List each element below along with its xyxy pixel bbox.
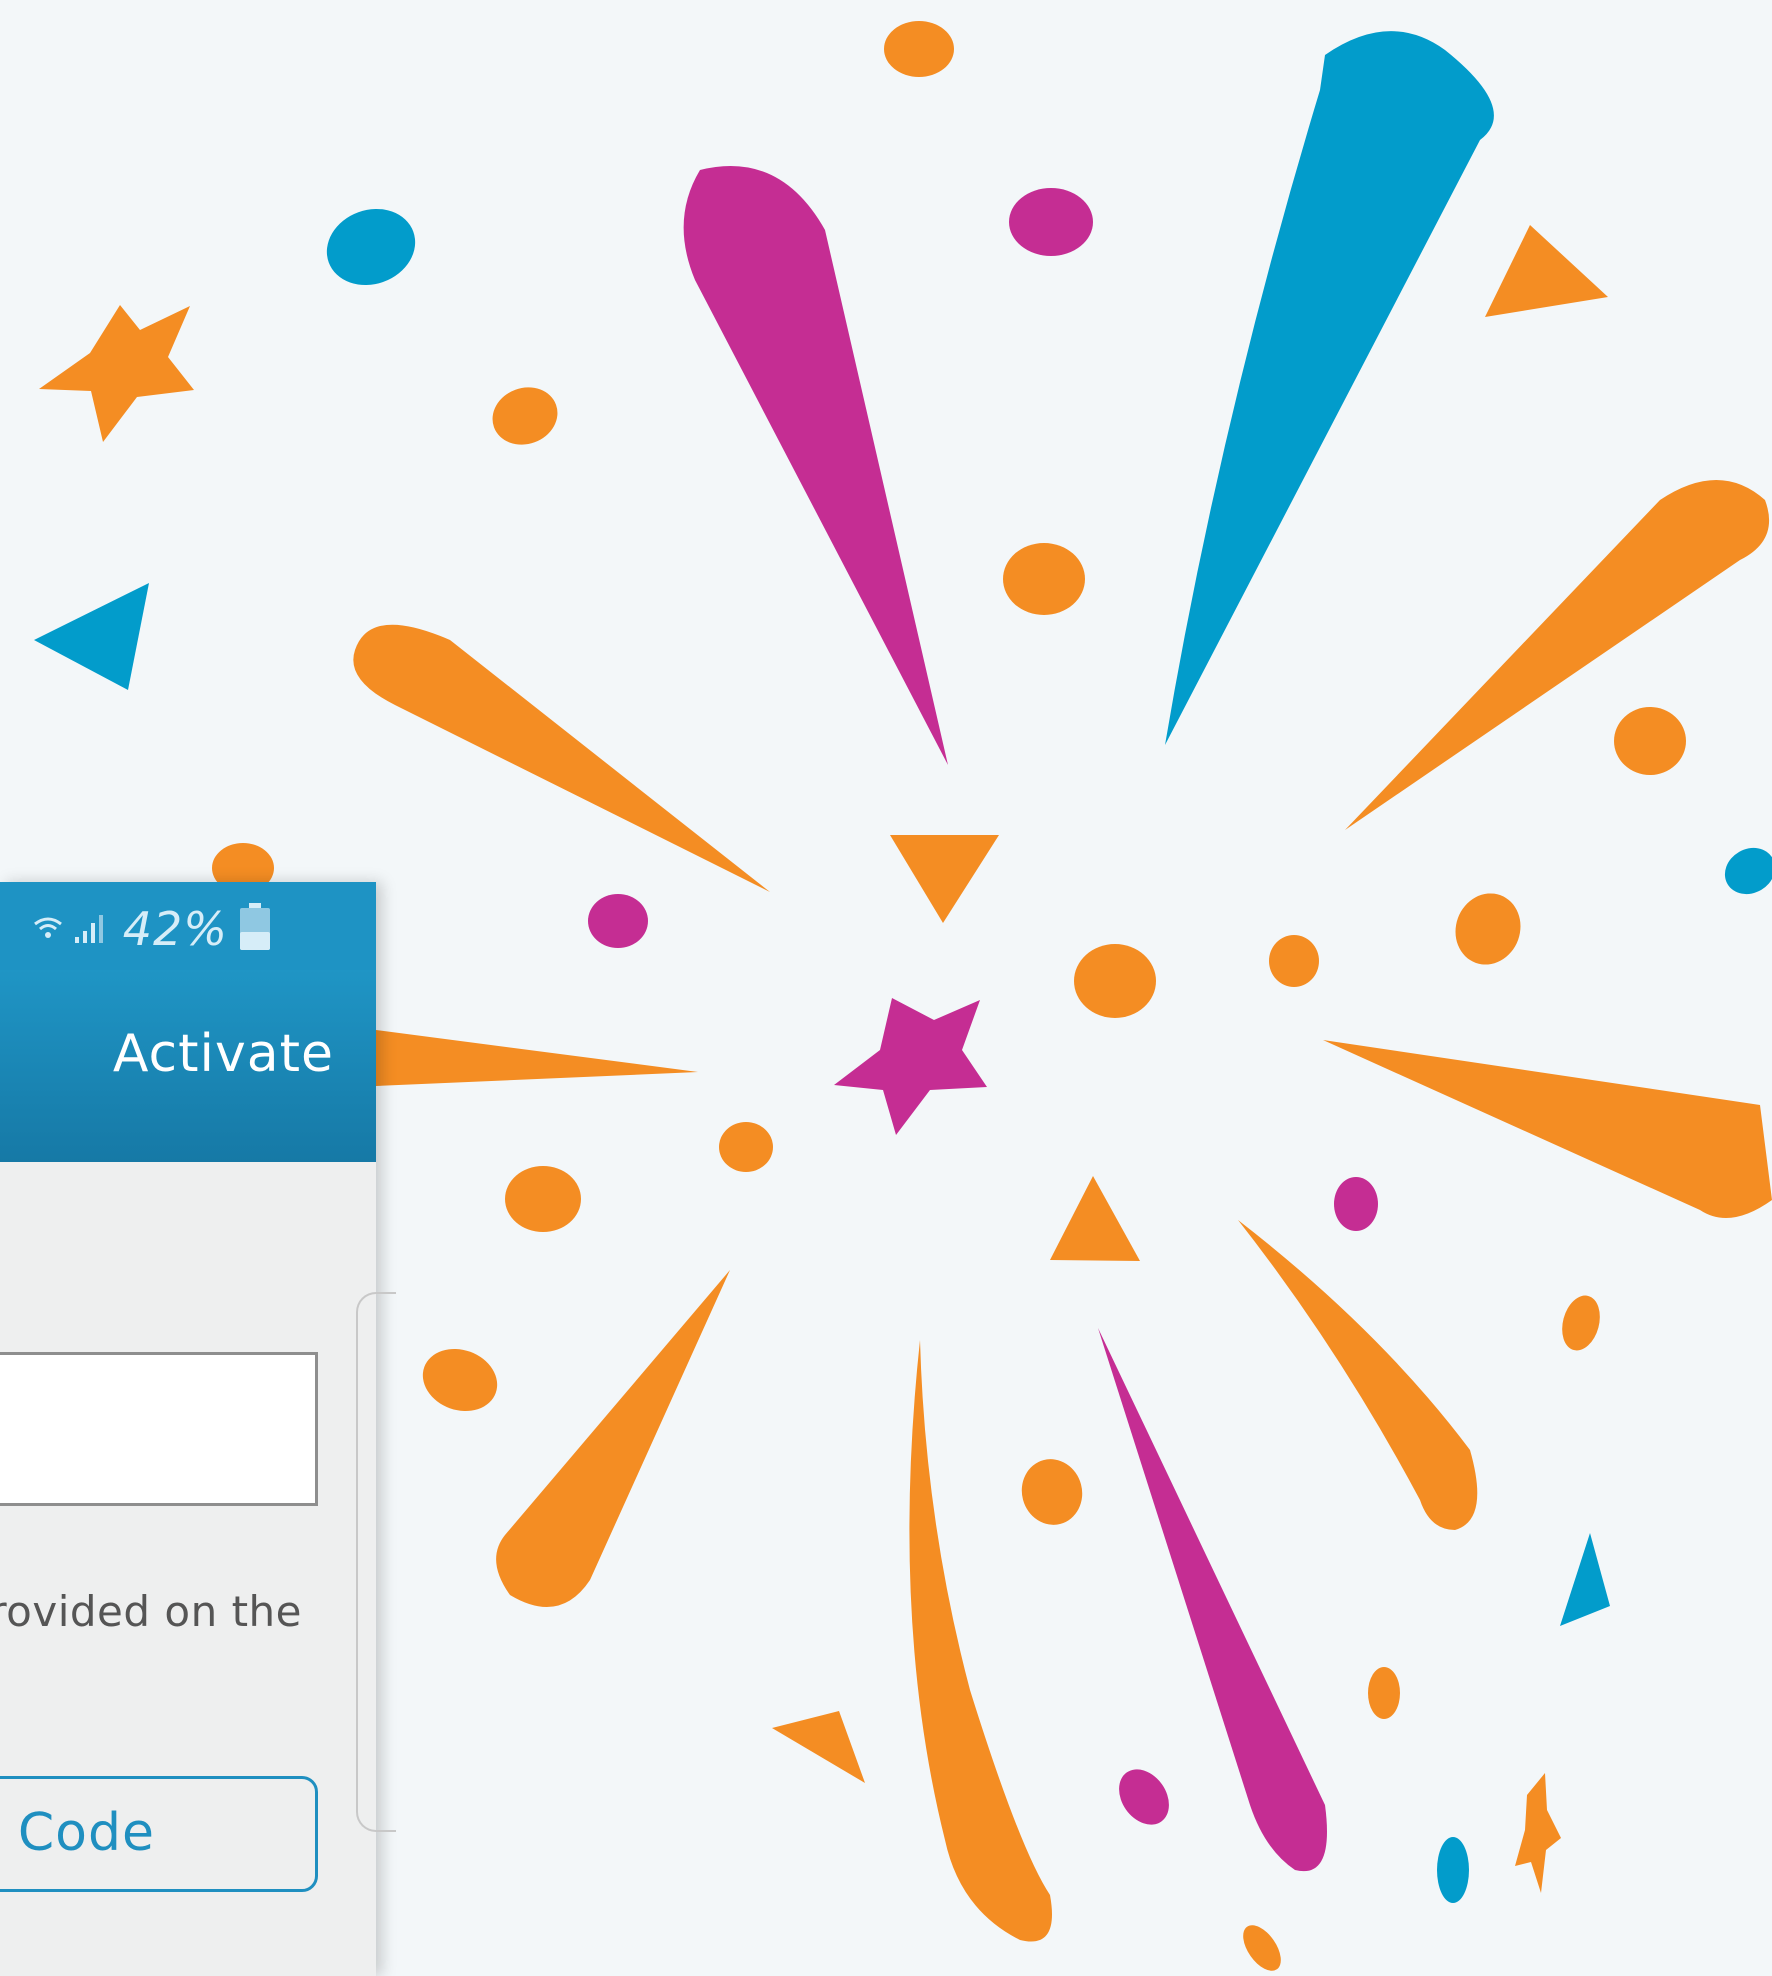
orange-streamer-lower-left (496, 1270, 730, 1607)
status-icons: 42% (33, 902, 272, 956)
blue-triangle (34, 583, 149, 690)
signal-bars-icon (73, 909, 113, 949)
orange-dot (1614, 707, 1686, 775)
adjacent-card-edge (356, 1292, 396, 1832)
code-button[interactable]: n Code (0, 1776, 318, 1892)
magenta-dot (588, 894, 648, 948)
magenta-streamer (683, 166, 948, 765)
orange-streamer-bottom (909, 1340, 1052, 1942)
orange-dot (1455, 893, 1521, 965)
magenta-dot (1009, 188, 1093, 256)
orange-dot (884, 21, 954, 77)
orange-triangle (1485, 225, 1608, 317)
magenta-dot (1119, 1769, 1169, 1825)
magenta-star (834, 998, 987, 1135)
orange-streamer-center (376, 1030, 698, 1086)
orange-dot (1021, 1459, 1083, 1525)
status-bar: 42% (0, 882, 376, 970)
blue-dot (326, 208, 416, 286)
wifi-icon (33, 912, 63, 946)
orange-dot (1269, 935, 1319, 987)
orange-dot (492, 387, 558, 445)
orange-streamer-lower-right (1238, 1220, 1478, 1530)
orange-triangle-down (890, 835, 999, 923)
orange-dot (1562, 1295, 1600, 1351)
code-button-label: n Code (0, 1803, 155, 1863)
phone-screenshot: 42% Activate rovided on the n Code (0, 882, 376, 1976)
orange-streamer-right-upper (1345, 480, 1770, 830)
orange-streamer-left (353, 624, 770, 892)
app-bar: Activate (0, 970, 376, 1162)
blue-dot-edge (1724, 847, 1772, 895)
battery-percent: 42% (122, 902, 228, 956)
orange-streamer-right-middle (1323, 1040, 1772, 1218)
blue-small-triangle (1560, 1533, 1610, 1626)
blue-dot (1437, 1837, 1469, 1903)
orange-dot (719, 1122, 773, 1172)
code-input[interactable] (0, 1352, 318, 1506)
orange-dot (1368, 1667, 1400, 1719)
orange-triangle-bottom (772, 1711, 865, 1783)
magenta-dot (1334, 1177, 1378, 1231)
orange-dot (1003, 543, 1085, 615)
battery-icon (238, 902, 272, 956)
help-text: rovided on the (0, 1587, 302, 1636)
orange-dot (1243, 1925, 1281, 1971)
orange-star (39, 305, 194, 442)
orange-dot (1074, 944, 1156, 1018)
activate-button[interactable]: Activate (113, 1024, 334, 1084)
orange-dot (505, 1166, 581, 1232)
blue-streamer (1165, 31, 1494, 746)
orange-small-star (1515, 1773, 1561, 1893)
orange-dot (422, 1348, 498, 1412)
orange-triangle-up (1050, 1176, 1140, 1261)
